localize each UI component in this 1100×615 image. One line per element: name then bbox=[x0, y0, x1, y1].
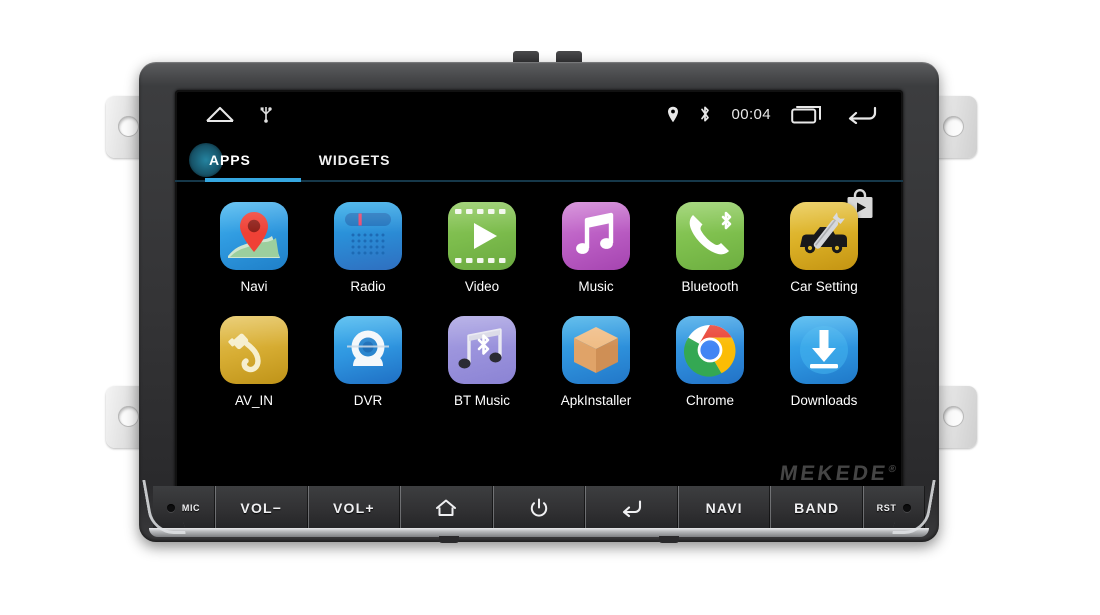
app-label: Music bbox=[578, 279, 614, 294]
av-plug-icon bbox=[220, 316, 288, 384]
touchscreen-display[interactable]: 00:04 APPS WIDGETS Navi Radio Video Musi… bbox=[175, 90, 903, 494]
app-label: Navi bbox=[240, 279, 268, 294]
chrome-icon bbox=[676, 316, 744, 384]
home-icon bbox=[435, 498, 457, 518]
app-label: BT Music bbox=[453, 393, 510, 408]
webcam-icon bbox=[334, 316, 402, 384]
film-play-icon bbox=[448, 202, 516, 270]
app-dvr[interactable]: DVR bbox=[311, 316, 425, 408]
status-clock: 00:04 bbox=[731, 105, 771, 123]
phone-handset-icon bbox=[676, 202, 744, 270]
car-wrench-icon bbox=[790, 202, 858, 270]
tab-widgets[interactable]: WIDGETS bbox=[315, 152, 395, 168]
car-head-unit: 00:04 APPS WIDGETS Navi Radio Video Musi… bbox=[139, 62, 939, 543]
mic-label: MIC bbox=[181, 503, 201, 513]
android-status-bar: 00:04 bbox=[175, 90, 903, 138]
navi-label: NAVI bbox=[705, 500, 743, 516]
screenshot-root: 00:04 APPS WIDGETS Navi Radio Video Musi… bbox=[0, 0, 1100, 615]
app-radio[interactable]: Radio bbox=[311, 202, 425, 294]
home-button[interactable] bbox=[400, 486, 493, 530]
app-label: Bluetooth bbox=[681, 279, 739, 294]
app-car-setting[interactable]: Car Setting bbox=[767, 202, 881, 294]
app-label: DVR bbox=[353, 393, 383, 408]
brand-name: MEKEDE bbox=[778, 462, 890, 485]
app-label: Radio bbox=[350, 279, 386, 294]
back-arrow-icon[interactable] bbox=[845, 104, 877, 124]
app-label: AV_IN bbox=[234, 393, 273, 408]
app-chrome[interactable]: Chrome bbox=[653, 316, 767, 408]
home-outline-icon[interactable] bbox=[205, 105, 235, 123]
music-note-icon bbox=[562, 202, 630, 270]
app-music[interactable]: Music bbox=[539, 202, 653, 294]
map-pin-icon bbox=[220, 202, 288, 270]
app-label: Downloads bbox=[790, 393, 858, 408]
app-grid: Navi Radio Video Music Bluetooth Car Set… bbox=[175, 186, 903, 408]
power-icon bbox=[529, 498, 549, 518]
band-label: BAND bbox=[794, 500, 840, 516]
app-navi[interactable]: Navi bbox=[197, 202, 311, 294]
hardware-button-strip: MIC VOL− VOL+ NAVI BAND RST bbox=[153, 486, 926, 530]
location-pin-icon bbox=[667, 106, 679, 123]
brand-registered-mark: ® bbox=[887, 464, 897, 475]
app-apk-installer[interactable]: ApkInstaller bbox=[539, 316, 653, 408]
app-video[interactable]: Video bbox=[425, 202, 539, 294]
chrome-trim-bottom bbox=[149, 528, 929, 537]
brand-logo: MEKEDE® bbox=[778, 462, 897, 486]
navi-button[interactable]: NAVI bbox=[677, 486, 771, 530]
back-button[interactable] bbox=[585, 486, 678, 530]
app-bt-music[interactable]: BT Music bbox=[425, 316, 539, 408]
chassis-foot-right bbox=[659, 536, 679, 543]
tab-apps[interactable]: APPS bbox=[205, 152, 255, 168]
app-label: ApkInstaller bbox=[560, 393, 632, 408]
volume-up-label: VOL+ bbox=[332, 500, 375, 516]
recents-icon[interactable] bbox=[791, 104, 825, 124]
app-label: Chrome bbox=[685, 393, 734, 408]
volume-up-button[interactable]: VOL+ bbox=[307, 486, 401, 530]
volume-down-button[interactable]: VOL− bbox=[215, 486, 308, 530]
usb-icon bbox=[259, 105, 273, 123]
launcher-tab-bar: APPS WIDGETS bbox=[175, 138, 903, 218]
volume-down-label: VOL− bbox=[240, 500, 283, 516]
power-button[interactable] bbox=[492, 486, 586, 530]
back-arrow-icon bbox=[620, 498, 644, 518]
download-arrow-icon bbox=[790, 316, 858, 384]
app-label: Car Setting bbox=[790, 279, 858, 294]
band-button[interactable]: BAND bbox=[770, 486, 864, 530]
app-bluetooth[interactable]: Bluetooth bbox=[653, 202, 767, 294]
package-box-icon bbox=[562, 316, 630, 384]
bt-music-icon bbox=[448, 316, 516, 384]
bluetooth-icon bbox=[699, 105, 711, 123]
reset-label: RST bbox=[876, 503, 897, 513]
tab-active-underline bbox=[205, 178, 301, 182]
chassis-foot-left bbox=[439, 536, 459, 543]
app-label: Video bbox=[464, 279, 500, 294]
radio-icon bbox=[334, 202, 402, 270]
app-av-in[interactable]: AV_IN bbox=[197, 316, 311, 408]
app-downloads[interactable]: Downloads bbox=[767, 316, 881, 408]
